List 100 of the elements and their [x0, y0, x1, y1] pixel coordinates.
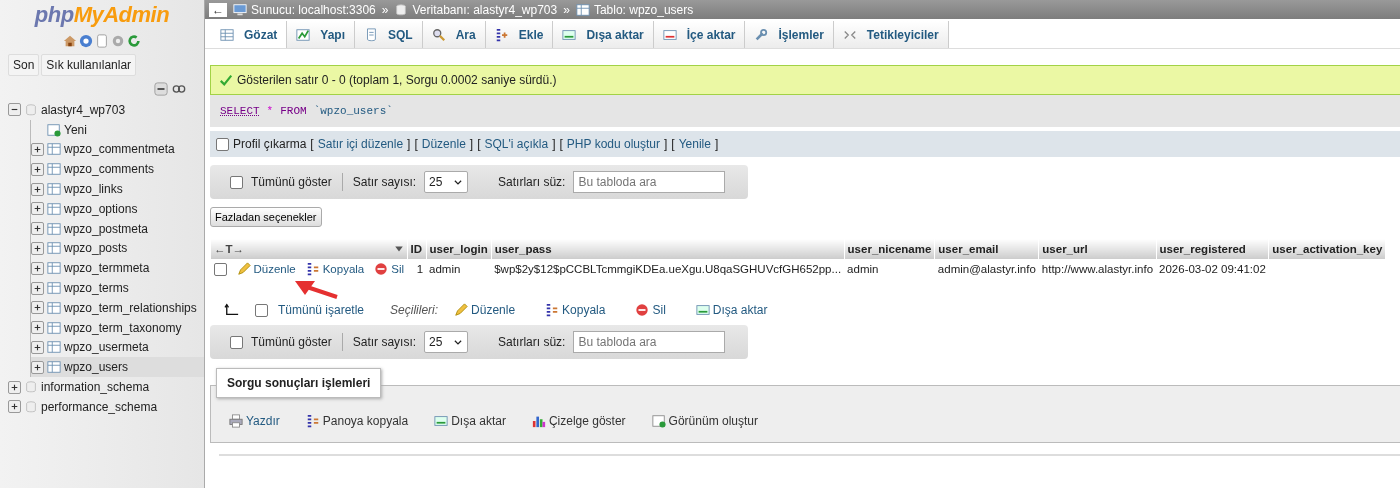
link[interactable]: Yenile — [678, 137, 711, 151]
checkbox[interactable] — [216, 137, 229, 151]
rows-dropdown[interactable]: 25 — [424, 331, 469, 353]
table-tree-item[interactable]: wpzo_comments — [31, 159, 204, 180]
tab[interactable]: Dışa aktar — [553, 21, 654, 48]
filter-field[interactable]: Bu tabloda ara — [573, 331, 726, 353]
column-header[interactable]: user_registered — [1156, 239, 1269, 259]
reload-icon[interactable] — [127, 34, 141, 48]
bracket: ] — [664, 137, 668, 151]
breadcrumb-link[interactable]: Veritabanı: alastyr4_wp703 — [394, 2, 558, 17]
export-button[interactable]: Dışa aktar — [695, 303, 768, 317]
bracket: [ — [477, 137, 481, 151]
expand-icon[interactable] — [8, 400, 21, 414]
link[interactable]: Düzenle — [421, 137, 466, 151]
table-tree-item[interactable]: wpzo_posts — [31, 238, 204, 259]
chart-link[interactable]: Çizelge göster — [527, 414, 640, 428]
table-tree-item[interactable]: wpzo_usermeta — [31, 337, 204, 358]
table-tree-item[interactable]: wpzo_term_relationships — [31, 297, 204, 318]
expand-icon[interactable] — [31, 143, 44, 156]
link[interactable]: Satır içi düzenle — [317, 137, 404, 151]
table-cell: $wp$2y$12$pCCBLTcmmgiKDEa.ueXgu.U8qaSGHUVcfGH652pp... — [491, 259, 845, 279]
collapse-icon[interactable] — [8, 103, 21, 117]
help-icon[interactable] — [79, 34, 93, 48]
tab[interactable]: Ekle — [485, 21, 554, 48]
database-name[interactable]: performance_schema — [41, 399, 158, 414]
bracket: ] — [407, 137, 411, 151]
bracket: ] — [714, 137, 719, 151]
checkbox[interactable] — [255, 303, 268, 317]
database-name[interactable]: information_schema — [41, 380, 150, 395]
table-tree-item[interactable]: wpzo_term_taxonomy — [31, 317, 204, 338]
table-icon — [575, 2, 590, 17]
column-header[interactable]: ID — [407, 239, 427, 259]
export-link[interactable]: Dışa aktar — [430, 414, 520, 428]
table-tree-item[interactable]: wpzo_links — [31, 179, 204, 199]
rows-dropdown[interactable]: 25 — [424, 171, 469, 193]
tab[interactable]: İşlemler — [745, 21, 834, 48]
expand-icon[interactable] — [31, 222, 44, 236]
table-tree-item[interactable]: wpzo_terms — [31, 278, 204, 298]
table-tree-item[interactable]: wpzo_users — [31, 357, 204, 378]
expand-icon[interactable] — [31, 202, 44, 216]
column-header[interactable]: user_activation_key — [1268, 239, 1386, 259]
link[interactable]: SQL'i açıkla — [484, 137, 549, 151]
column-header[interactable]: user_login — [426, 239, 492, 259]
column-controls[interactable]: ←T→ — [214, 243, 245, 255]
table-tree-item[interactable]: Yeni — [31, 119, 204, 140]
column-header[interactable]: user_url — [1038, 239, 1157, 259]
recent-button[interactable]: Son — [8, 54, 40, 76]
expand-icon[interactable] — [31, 241, 44, 255]
export-icon — [695, 303, 710, 317]
expand-icon[interactable] — [31, 261, 44, 275]
favorites-button[interactable]: Sık kullanılanlar — [41, 54, 137, 76]
expand-icon[interactable] — [31, 321, 44, 335]
more-options-button[interactable]: Fazladan seçenekler — [210, 207, 322, 227]
delete-link[interactable]: Sil — [374, 262, 405, 276]
column-header[interactable]: user_nicename — [844, 239, 935, 259]
copy-link[interactable]: Panoya kopyala — [301, 414, 423, 428]
tab[interactable]: Yapı — [287, 21, 356, 48]
rows-label: Satır sayısı: — [352, 335, 417, 349]
checkbox[interactable] — [213, 262, 227, 276]
column-header[interactable]: user_pass — [491, 239, 845, 259]
expand-icon[interactable] — [8, 380, 21, 394]
expand-icon[interactable] — [31, 281, 44, 295]
expand-icon[interactable] — [31, 360, 44, 374]
view-link[interactable]: Görünüm oluştur — [647, 414, 772, 428]
expand-icon[interactable] — [31, 301, 44, 315]
copy-link[interactable]: Kopyala — [305, 262, 365, 276]
column-header[interactable]: user_email — [934, 239, 1039, 259]
copy-icon — [545, 303, 560, 317]
tab[interactable]: İçe aktar — [653, 21, 746, 48]
database-name[interactable]: alastyr4_wp703 — [41, 102, 126, 117]
expand-icon[interactable] — [31, 162, 44, 176]
table-tree-item[interactable]: wpzo_termmeta — [31, 258, 204, 279]
filter-field[interactable]: Bu tabloda ara — [573, 171, 726, 193]
table-icon — [47, 300, 61, 315]
print-link[interactable]: Yazdır — [225, 414, 294, 428]
delete-button[interactable]: Sil — [635, 303, 666, 317]
home-icon[interactable] — [63, 34, 77, 48]
table-tree-item[interactable]: wpzo_postmeta — [31, 218, 204, 239]
expand-icon[interactable] — [31, 340, 44, 354]
edit-button[interactable]: Düzenle — [454, 303, 516, 317]
table-tree-item[interactable]: wpzo_commentmeta — [31, 139, 204, 160]
bracket: [ — [414, 137, 418, 151]
plus-icon — [33, 204, 42, 214]
edit-link[interactable]: Düzenle — [236, 262, 296, 276]
tab[interactable]: SQL — [355, 21, 423, 48]
copy-button[interactable]: Kopyala — [545, 303, 606, 317]
tab[interactable]: Ara — [422, 21, 486, 48]
checkbox[interactable] — [230, 335, 243, 349]
breadcrumb-link[interactable]: Tablo: wpzo_users — [575, 2, 694, 17]
checkbox[interactable] — [230, 175, 243, 189]
table-cell: 2026-03-02 09:41:02 — [1156, 259, 1269, 279]
cylinder-icon — [394, 2, 409, 17]
table-tree-item[interactable]: wpzo_options — [31, 199, 204, 219]
link[interactable]: PHP kodu oluştur — [566, 137, 660, 151]
tab[interactable]: Tetikleyiciler — [833, 21, 949, 48]
expand-icon[interactable] — [31, 182, 44, 196]
export-icon — [434, 414, 449, 428]
collapse-all-icon — [154, 82, 168, 96]
check-all-link[interactable]: Tümünü işaretle — [278, 303, 365, 317]
new-table-icon — [47, 122, 61, 137]
